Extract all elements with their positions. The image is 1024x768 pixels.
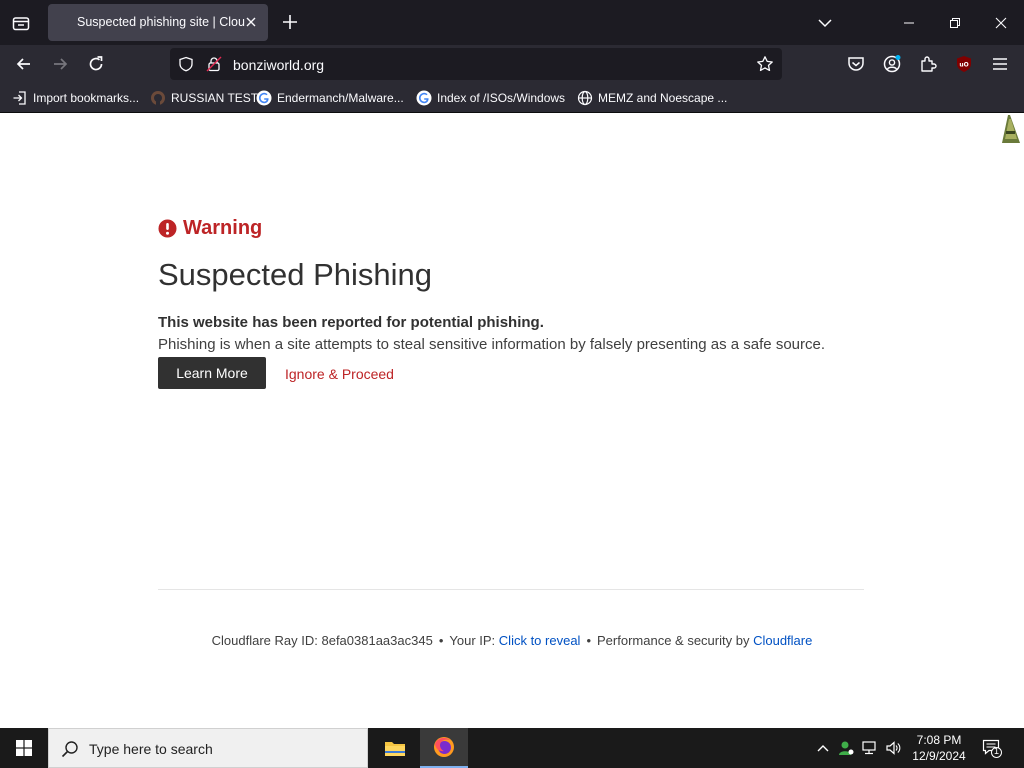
reveal-ip-link[interactable]: Click to reveal [499, 633, 581, 648]
bookmark-index-isos[interactable]: Index of /ISOs/Windows [416, 90, 565, 106]
bookmarks-toolbar: Import bookmarks... RUSSIAN TEST Enderma… [0, 83, 1024, 113]
url-text: bonziworld.org [233, 57, 325, 73]
ip-label: Your IP: [449, 633, 496, 648]
tab-title: Suspected phishing site | Cloudflare [77, 15, 245, 29]
bookmark-label: MEMZ and Noescape ... [598, 91, 728, 105]
start-button[interactable] [0, 728, 48, 768]
search-placeholder: Type here to search [89, 741, 213, 757]
close-tab-icon[interactable] [244, 15, 258, 29]
new-tab-icon[interactable] [280, 12, 300, 32]
page-description: Phishing is when a site attempts to stea… [158, 336, 826, 353]
google-icon [256, 90, 272, 106]
page-content: Warning Suspected Phishing This website … [0, 113, 1024, 728]
navigation-toolbar: bonziworld.org uO [0, 45, 1024, 83]
taskbar-search-box[interactable]: Type here to search [48, 728, 368, 768]
learn-more-button[interactable]: Learn More [158, 357, 266, 389]
ray-id-value: 8efa0381aa3ac345 [321, 633, 433, 648]
close-window-button[interactable] [978, 0, 1024, 45]
tab-bar: Suspected phishing site | Cloudflare [0, 0, 1024, 45]
warning-icon [158, 219, 177, 238]
bullet-separator: • [438, 633, 444, 648]
import-icon [13, 91, 26, 105]
bookmark-label: Import bookmarks... [33, 91, 140, 105]
close-icon [995, 17, 1007, 28]
network-icon[interactable] [862, 740, 878, 756]
restore-icon [950, 17, 960, 28]
page-subtitle: This website has been reported for poten… [158, 314, 544, 331]
minimize-icon [904, 22, 914, 23]
cloudflare-link[interactable]: Cloudflare [753, 633, 812, 648]
extensions-icon[interactable] [918, 54, 938, 74]
ublock-origin-icon[interactable]: uO [954, 54, 974, 74]
pocket-icon[interactable] [846, 54, 866, 74]
bookmark-import[interactable]: Import bookmarks... [12, 90, 139, 106]
menu-icon[interactable] [990, 54, 1010, 74]
account-icon[interactable] [882, 54, 902, 74]
tab-list-button[interactable] [0, 0, 42, 45]
insecure-lock-icon[interactable] [206, 56, 222, 72]
performance-label: Performance & security by [597, 633, 750, 648]
windows-taskbar: Type here to search 7:08 PM 12/9/2024 1 [0, 728, 1024, 768]
svg-text:uO: uO [959, 62, 968, 69]
firefox-icon [434, 737, 454, 757]
reload-icon[interactable] [86, 54, 106, 74]
url-bar[interactable]: bonziworld.org [170, 48, 782, 80]
google-icon [416, 90, 432, 106]
footer-divider [158, 589, 864, 590]
bookmark-russian-test[interactable]: RUSSIAN TEST [150, 90, 258, 106]
list-all-tabs-button[interactable] [802, 0, 848, 45]
windows-logo-icon [16, 740, 32, 756]
chevron-down-icon [818, 18, 832, 27]
page-title: Suspected Phishing [158, 257, 433, 292]
bookmark-label: Index of /ISOs/Windows [437, 91, 566, 105]
active-tab[interactable]: Suspected phishing site | Cloudflare [48, 4, 268, 41]
firefox-taskbar-button[interactable] [420, 728, 468, 768]
bookmark-label: Endermanch/Malware... [277, 91, 404, 105]
user-status-icon[interactable] [838, 740, 854, 756]
file-explorer-button[interactable] [371, 728, 419, 768]
forward-icon[interactable] [50, 54, 70, 74]
site-favicon-icon [151, 91, 165, 106]
footer: Cloudflare Ray ID: 8efa0381aa3ac345 • Your… [0, 633, 1024, 648]
system-clock[interactable]: 7:08 PM 12/9/2024 [906, 732, 972, 764]
clock-date: 12/9/2024 [912, 749, 966, 763]
bullet-separator: • [586, 633, 591, 648]
back-icon[interactable] [14, 54, 34, 74]
search-icon [61, 741, 78, 758]
show-hidden-icons-icon[interactable] [815, 740, 831, 756]
bookmark-label: RUSSIAN TEST [171, 91, 259, 105]
clock-time: 7:08 PM [916, 733, 962, 747]
restore-button[interactable] [932, 0, 978, 45]
bookmark-memz[interactable]: MEMZ and Noescape ... [577, 90, 727, 106]
bookmark-star-icon[interactable] [756, 55, 774, 73]
notification-count: 1 [993, 746, 999, 756]
tab-list-icon [12, 16, 30, 30]
tracking-protection-icon[interactable] [178, 56, 194, 72]
folder-icon [385, 742, 405, 756]
warning-heading: Warning [158, 217, 262, 240]
minimize-button[interactable] [886, 0, 932, 45]
bonzi-cursor-icon [1002, 115, 1020, 143]
ray-id-label: Cloudflare Ray ID: [211, 633, 318, 648]
globe-icon [577, 90, 593, 106]
bookmark-endermanch[interactable]: Endermanch/Malware... [256, 90, 404, 106]
action-center-button[interactable]: 1 [982, 738, 1002, 758]
warning-label: Warning [183, 217, 263, 239]
volume-icon[interactable] [885, 740, 901, 756]
ignore-proceed-link[interactable]: Ignore & Proceed [285, 366, 394, 382]
